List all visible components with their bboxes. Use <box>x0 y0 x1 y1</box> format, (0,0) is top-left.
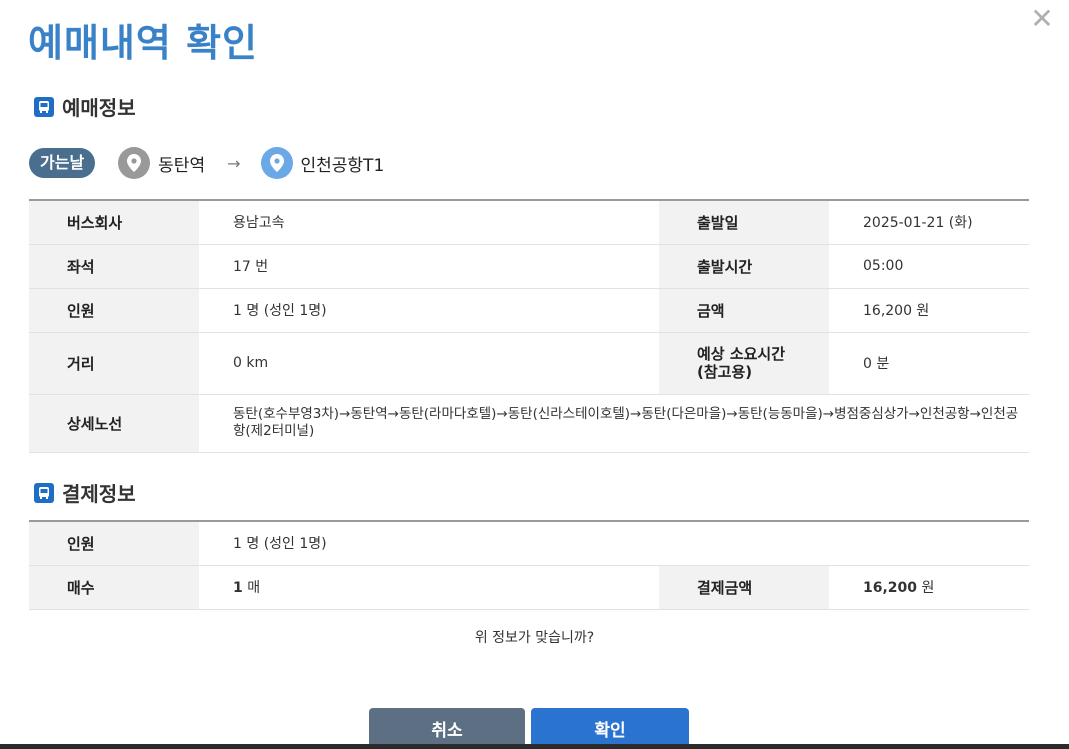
table-row: 인원 1 명 (성인 1명) <box>29 520 1030 566</box>
payment-section-header: 결제정보 <box>34 478 136 507</box>
bus-icon <box>34 482 54 503</box>
confirm-button[interactable]: 확인 <box>531 708 689 749</box>
payment-passengers-value: 1 명 (성인 1명) <box>199 520 1030 566</box>
seat-label: 좌석 <box>29 244 199 289</box>
departure-time-label: 출발시간 <box>659 244 829 289</box>
payment-passengers-label: 인원 <box>29 520 199 566</box>
price-value: 16,200 원 <box>829 288 1029 333</box>
arrival-station: 인천공항T1 <box>300 155 385 176</box>
table-row: 매수 1 매 결제금액 16,200 원 <box>29 565 1030 610</box>
booking-info-table: 버스회사 용남고속 출발일 2025-01-21 (화) 좌석 17 번 출발시… <box>29 199 1029 453</box>
confirm-question: 위 정보가 맞습니까? <box>474 630 595 646</box>
bottom-divider <box>0 744 1069 749</box>
distance-value: 0 km <box>199 332 659 395</box>
total-amount-label: 결제금액 <box>659 565 829 610</box>
booking-section-header: 예매정보 <box>34 92 136 121</box>
departure-time-value: 05:00 <box>829 244 1029 289</box>
table-row: 버스회사 용남고속 출발일 2025-01-21 (화) <box>29 199 1029 245</box>
distance-label: 거리 <box>29 332 199 395</box>
dialog-title: 예매내역 확인 <box>28 21 258 65</box>
total-amount-unit: 원 <box>917 580 935 596</box>
bus-company-label: 버스회사 <box>29 199 199 245</box>
table-row: 좌석 17 번 출발시간 05:00 <box>29 244 1029 289</box>
total-amount-value: 16,200 원 <box>829 565 1030 610</box>
departure-date-label: 출발일 <box>659 199 829 245</box>
route-detail-label: 상세노선 <box>29 394 199 453</box>
duration-label: 예상 소요시간 (참고용) <box>659 332 829 395</box>
route-summary: 가는날 동탄역 → 인천공항T1 <box>29 146 384 180</box>
departure-date-value: 2025-01-21 (화) <box>829 199 1029 245</box>
route-detail-value: 동탄(호수부영3차)→동탄역→동탄(라마다호텔)→동탄(신라스테이호텔)→동탄(… <box>199 394 1029 453</box>
price-label: 금액 <box>659 288 829 333</box>
departure-station: 동탄역 <box>158 155 206 176</box>
cancel-button[interactable]: 취소 <box>369 708 525 749</box>
passengers-label: 인원 <box>29 288 199 333</box>
bus-company-value: 용남고속 <box>199 199 659 245</box>
table-row: 거리 0 km 예상 소요시간 (참고용) 0 분 <box>29 332 1029 395</box>
map-pin-icon <box>260 147 293 179</box>
ticket-count-unit: 매 <box>242 580 261 596</box>
booking-section-title: 예매정보 <box>62 96 136 120</box>
direction-badge: 가는날 <box>29 148 96 178</box>
total-amount-number: 16,200 <box>863 580 918 596</box>
table-row: 상세노선 동탄(호수부영3차)→동탄역→동탄(라마다호텔)→동탄(신라스테이호텔… <box>29 394 1029 453</box>
duration-label-line1: 예상 소요시간 <box>697 345 786 363</box>
close-icon[interactable]: ✕ <box>1030 5 1054 33</box>
route-arrow-icon: → <box>227 153 241 173</box>
seat-value: 17 번 <box>199 244 659 289</box>
payment-section-title: 결제정보 <box>62 482 136 506</box>
table-row: 인원 1 명 (성인 1명) 금액 16,200 원 <box>29 288 1029 333</box>
duration-label-line2: (참고용) <box>697 363 753 381</box>
map-pin-icon <box>118 147 151 179</box>
passengers-value: 1 명 (성인 1명) <box>199 288 659 333</box>
bus-icon <box>34 96 54 117</box>
payment-info-table: 인원 1 명 (성인 1명) 매수 1 매 결제금액 16,200 원 <box>29 520 1030 610</box>
ticket-count-label: 매수 <box>29 565 199 610</box>
ticket-count-number: 1 <box>233 580 243 596</box>
duration-value: 0 분 <box>829 332 1029 395</box>
ticket-count-value: 1 매 <box>199 565 659 610</box>
